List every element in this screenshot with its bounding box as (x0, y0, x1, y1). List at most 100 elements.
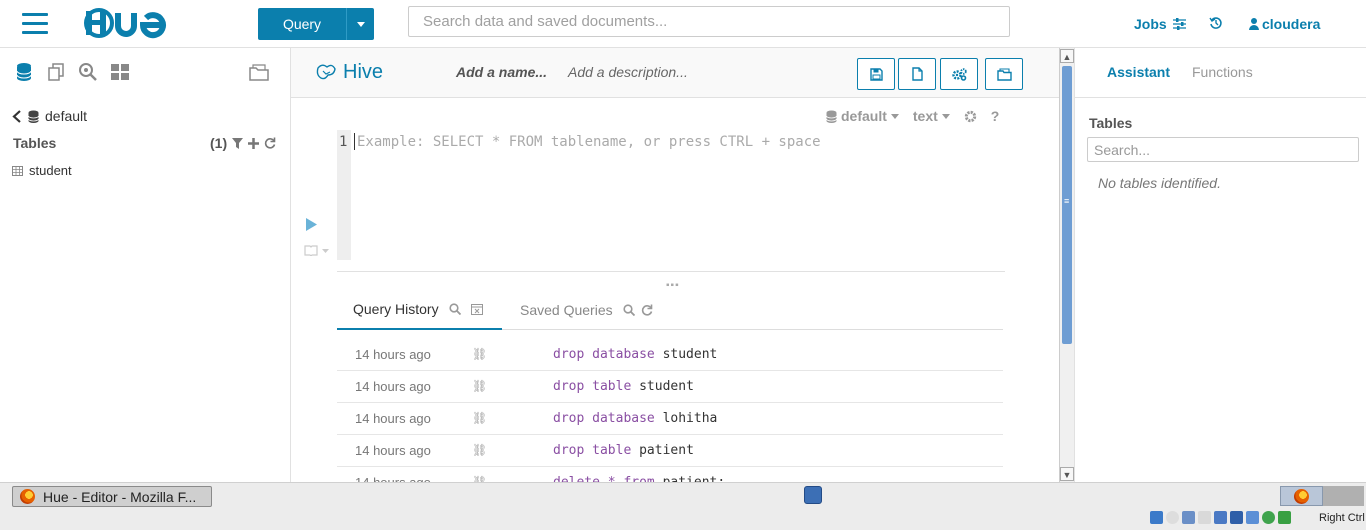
table-list-item[interactable]: student (12, 163, 72, 178)
book-icon[interactable] (304, 244, 330, 256)
open-folder-button[interactable] (985, 58, 1023, 90)
folder-share-icon[interactable] (1198, 511, 1211, 524)
tab-query-history-label: Query History (353, 301, 439, 317)
network-icon[interactable] (1150, 511, 1163, 524)
jobs-button[interactable]: Jobs (1134, 16, 1186, 32)
file-manager-icon[interactable] (804, 486, 822, 504)
history-row[interactable]: 14 hours ago ⛓ drop database lohitha (337, 403, 1003, 435)
caret-down-icon (941, 113, 950, 119)
code-editor[interactable]: Example: SELECT * FROM tablename, or pre… (357, 134, 821, 150)
gear-icon[interactable] (964, 110, 977, 123)
save-icon (869, 67, 883, 81)
cogs-icon (951, 67, 967, 81)
history-sql: drop database student (553, 347, 718, 362)
files-icon[interactable] (46, 62, 66, 82)
query-description-field[interactable]: Add a description... (568, 64, 688, 80)
folder-open-icon[interactable] (248, 62, 270, 82)
database-small-icon (28, 110, 39, 123)
top-navbar: Query Jobs cloudera (0, 0, 1366, 48)
mouse-integration-icon[interactable] (1278, 511, 1291, 524)
firefox-icon (20, 489, 35, 504)
chevron-left-icon[interactable] (12, 109, 22, 123)
recording-icon[interactable] (1246, 511, 1259, 524)
history-sql: drop table student (553, 379, 694, 394)
hive-bee-icon (316, 64, 336, 79)
new-document-button[interactable] (898, 58, 936, 90)
play-icon[interactable] (306, 218, 317, 231)
history-time: 14 hours ago (355, 443, 431, 458)
unlink-icon: ⛓ (472, 379, 488, 393)
hue-logo[interactable] (83, 7, 183, 39)
caret-down-icon[interactable] (347, 8, 374, 40)
history-row[interactable]: 14 hours ago ⛓ drop table student (337, 371, 1003, 403)
query-button[interactable]: Query (258, 8, 374, 40)
taskbar-window-button[interactable]: Hue - Editor - Mozilla F... (12, 486, 212, 507)
global-search-input[interactable] (408, 6, 1010, 37)
hive-title: Hive (315, 61, 383, 84)
unlink-icon: ⛓ (472, 443, 488, 457)
user-menu[interactable]: cloudera (1249, 16, 1320, 32)
user-icon (1249, 18, 1259, 30)
display-icon[interactable] (1214, 511, 1227, 524)
grid-icon[interactable] (110, 62, 130, 82)
history-time: 14 hours ago (355, 347, 431, 362)
search-icon[interactable] (448, 303, 461, 315)
tray-empty-slot[interactable] (1323, 486, 1364, 506)
filter-icon[interactable] (232, 137, 244, 149)
editor-panel: Hive Add a name... Add a description... … (291, 48, 1059, 499)
line-number: 1 (339, 134, 348, 150)
system-tray (1150, 511, 1291, 524)
refresh-icon[interactable] (264, 137, 276, 149)
scroll-up-arrow-icon[interactable]: ▲ (1060, 49, 1074, 63)
tables-header: Tables (13, 135, 57, 151)
assistant-search-input[interactable] (1087, 137, 1359, 162)
user-name: cloudera (1262, 16, 1321, 32)
help-icon[interactable]: ? (991, 108, 1000, 124)
folder-open-icon (996, 67, 1012, 81)
history-icon[interactable] (1209, 16, 1223, 30)
optical-drive-icon[interactable] (1166, 511, 1179, 524)
editor-divider (337, 271, 1005, 272)
save-button[interactable] (857, 58, 895, 90)
tables-controls: (1) (210, 135, 276, 151)
format-select-value: text (912, 108, 938, 124)
settings-button[interactable] (940, 58, 978, 90)
cpu-icon[interactable] (1262, 511, 1275, 524)
scroll-down-arrow-icon[interactable]: ▼ (1060, 467, 1074, 481)
usb-icon[interactable] (1182, 511, 1195, 524)
calendar-clear-icon[interactable] (470, 303, 483, 315)
editor-header: Hive Add a name... Add a description... (291, 48, 1059, 98)
history-row[interactable]: 14 hours ago ⛓ drop table patient (337, 435, 1003, 467)
search-icon[interactable] (623, 304, 635, 316)
tab-functions[interactable]: Functions (1192, 64, 1253, 80)
sliders-icon (1172, 18, 1186, 30)
database-select[interactable]: default (826, 108, 899, 124)
result-tabs: Query History Saved Queries (337, 290, 1003, 330)
tab-assistant[interactable]: Assistant (1107, 64, 1170, 80)
screens-icon[interactable] (1230, 511, 1243, 524)
history-row[interactable]: 14 hours ago ⛓ drop database student (337, 339, 1003, 371)
format-select[interactable]: text (913, 108, 950, 124)
database-icon (826, 110, 837, 123)
query-name-field[interactable]: Add a name... (456, 64, 547, 80)
tray-firefox-button[interactable] (1280, 486, 1323, 506)
database-icon[interactable] (14, 62, 34, 82)
jobs-label: Jobs (1134, 16, 1167, 32)
editor-scrollbar[interactable]: ▲ ≡ ▼ (1059, 48, 1074, 482)
database-breadcrumb[interactable]: default (12, 108, 87, 124)
assist-source-icons (14, 62, 130, 82)
taskbar-window-title: Hue - Editor - Mozilla F... (43, 488, 197, 505)
refresh-icon[interactable] (641, 304, 653, 316)
plus-icon[interactable] (248, 137, 260, 149)
firefox-icon (1294, 488, 1309, 504)
tables-count: (1) (210, 135, 228, 151)
table-icon (12, 165, 23, 176)
history-time: 14 hours ago (355, 411, 431, 426)
tab-query-history[interactable]: Query History (337, 290, 502, 330)
database-select-value: default (841, 108, 887, 124)
hamburger-menu-icon[interactable] (22, 13, 48, 35)
query-button-label[interactable]: Query (258, 8, 347, 40)
tab-saved-queries[interactable]: Saved Queries (520, 290, 653, 330)
search-icon[interactable] (78, 62, 98, 82)
editor-options: default text ? (826, 108, 999, 124)
